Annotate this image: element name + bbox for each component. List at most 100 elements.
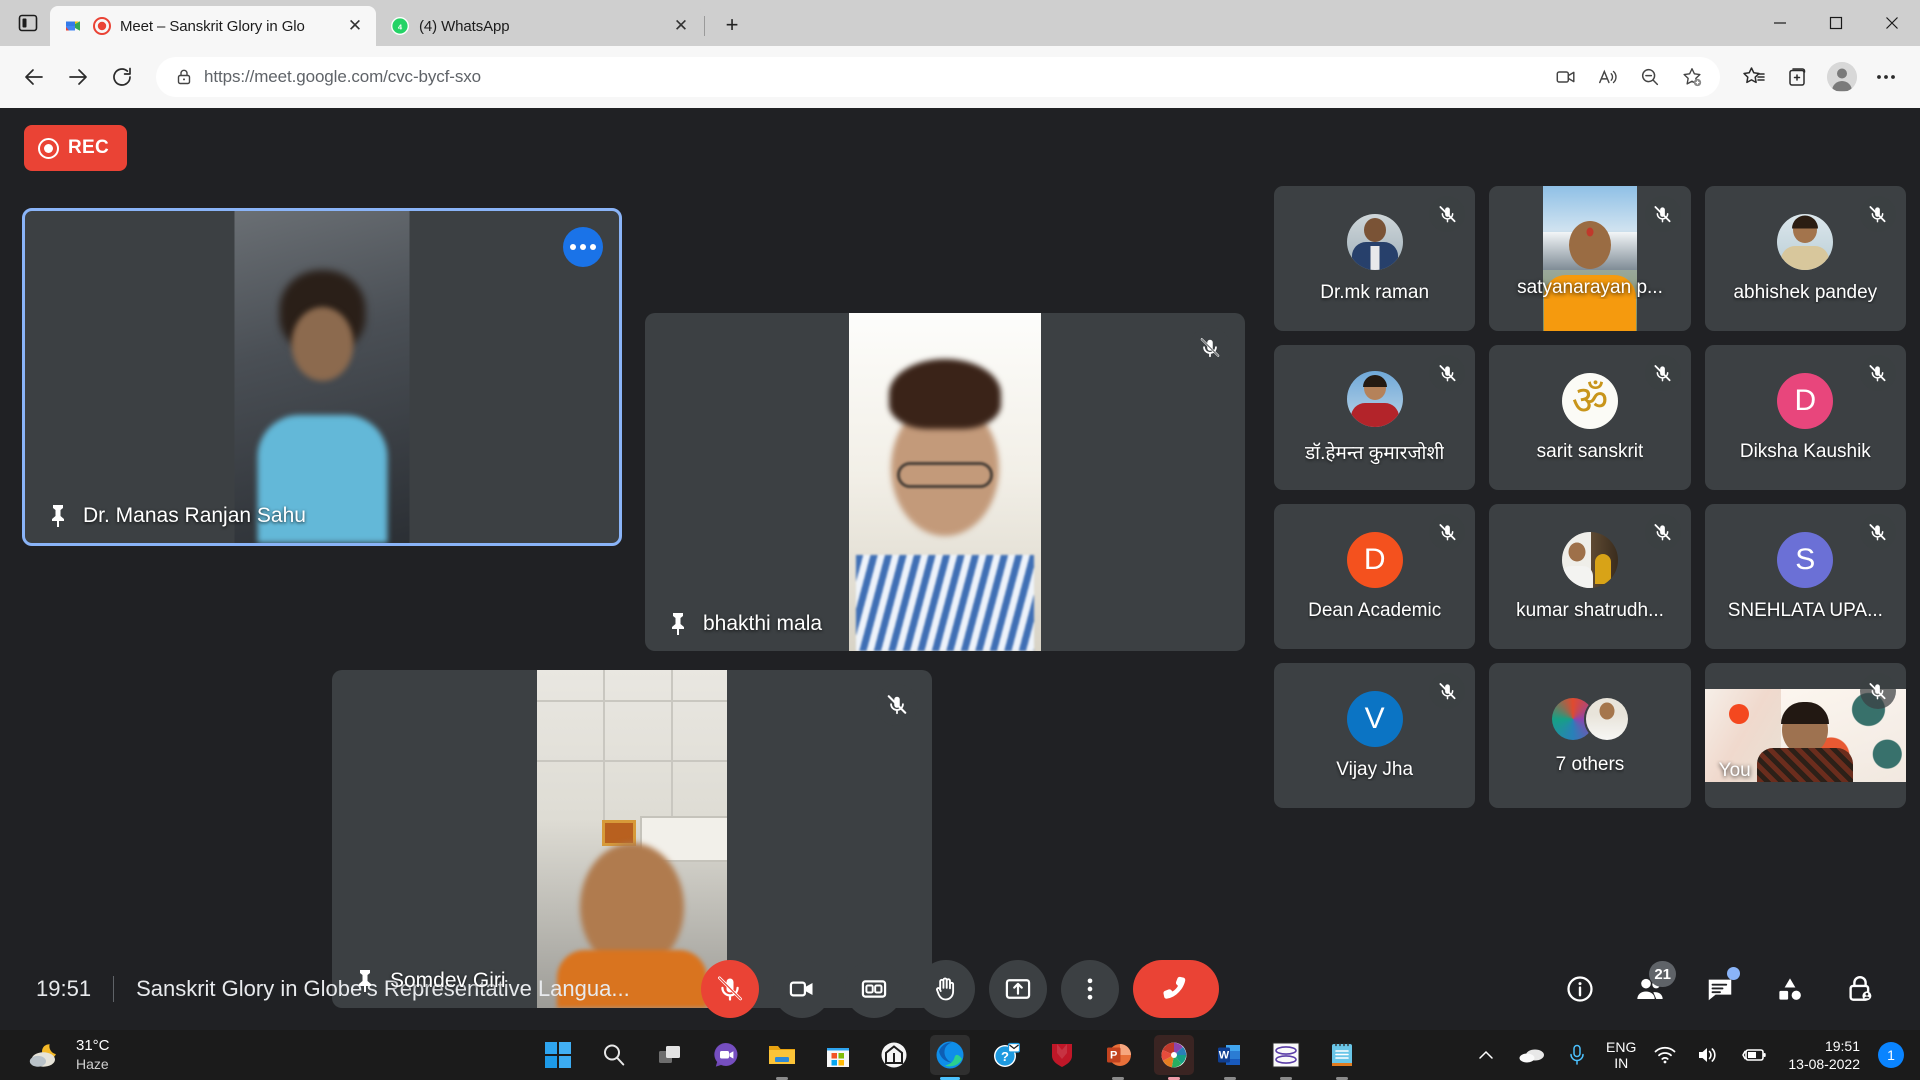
avatar xyxy=(1777,214,1833,270)
participant-card-others[interactable]: 7 others xyxy=(1489,663,1690,808)
video-tile-participant[interactable]: bhakthi mala xyxy=(645,313,1245,651)
more-options-button[interactable] xyxy=(1061,960,1119,1018)
participant-card[interactable]: डॉ.हेमन्त कुमारजोशी xyxy=(1274,345,1475,490)
search-button[interactable] xyxy=(594,1035,634,1075)
maximize-button[interactable] xyxy=(1808,0,1864,46)
tab-meet[interactable]: Meet – Sanskrit Glory in Glo ✕ xyxy=(50,6,376,46)
taskbar-clock[interactable]: 19:51 13-08-2022 xyxy=(1784,1037,1864,1073)
image-editor-button[interactable] xyxy=(1266,1035,1306,1075)
participant-card[interactable]: abhishek pandey xyxy=(1705,186,1906,331)
tab-close-button[interactable]: ✕ xyxy=(342,13,368,39)
moon-cloud-icon xyxy=(28,1040,64,1070)
participant-name: sarit sanskrit xyxy=(1537,441,1644,463)
tab-close-button[interactable]: ✕ xyxy=(668,13,694,39)
meeting-details-button[interactable] xyxy=(1556,965,1604,1013)
participant-card-self[interactable]: You xyxy=(1705,663,1906,808)
close-window-button[interactable] xyxy=(1864,0,1920,46)
weather-condition: Haze xyxy=(76,1056,110,1074)
forward-button[interactable] xyxy=(58,57,98,97)
participant-card[interactable]: D Diksha Kaushik xyxy=(1705,345,1906,490)
battery-button[interactable] xyxy=(1738,1039,1770,1071)
tab-whatsapp[interactable]: 4 (4) WhatsApp ✕ xyxy=(376,6,702,46)
mic-off-icon xyxy=(1868,682,1887,701)
settings-more-button[interactable] xyxy=(1866,57,1906,97)
video-tile-speaker[interactable]: Dr. Manas Ranjan Sahu xyxy=(22,208,622,546)
mic-off-indicator xyxy=(1645,514,1681,550)
google-meet-app: REC Dr. Manas Ranjan Sahu xyxy=(0,108,1920,1030)
host-controls-button[interactable] xyxy=(1836,965,1884,1013)
pinwheel-app-button[interactable] xyxy=(1154,1035,1194,1075)
participant-card[interactable]: Dr.mk raman xyxy=(1274,186,1475,331)
tray-overflow-button[interactable] xyxy=(1470,1039,1502,1071)
avatar-letter: S xyxy=(1795,543,1815,577)
participant-card[interactable]: D Dean Academic xyxy=(1274,504,1475,649)
read-aloud-icon[interactable] xyxy=(1588,57,1628,97)
mic-off-icon xyxy=(1438,682,1457,701)
weather-temp: 31°C xyxy=(76,1037,110,1056)
participant-card[interactable]: S SNEHLATA UPA... xyxy=(1705,504,1906,649)
avatar-initial: D xyxy=(1777,373,1833,429)
participant-grid-sidebar: Dr.mk raman satyana xyxy=(1260,108,1920,948)
back-button[interactable] xyxy=(14,57,54,97)
wifi-button[interactable] xyxy=(1650,1039,1680,1071)
profile-button[interactable] xyxy=(1822,57,1862,97)
activities-button[interactable] xyxy=(1766,965,1814,1013)
notepad-icon xyxy=(1330,1041,1354,1069)
captions-button[interactable] xyxy=(845,960,903,1018)
participant-name: डॉ.हेमन्त कुमारजोशी xyxy=(1305,439,1444,465)
tile-participant-name: Dr. Manas Ranjan Sahu xyxy=(83,504,306,528)
start-button[interactable] xyxy=(538,1035,578,1075)
leave-call-button[interactable] xyxy=(1133,960,1219,1018)
reload-button[interactable] xyxy=(102,57,142,97)
raise-hand-button[interactable] xyxy=(917,960,975,1018)
word-button[interactable]: W xyxy=(1210,1035,1250,1075)
tile-more-options-button[interactable] xyxy=(563,227,603,267)
microphone-tray-button[interactable] xyxy=(1562,1039,1592,1071)
task-view-button[interactable] xyxy=(650,1035,690,1075)
camera-button[interactable] xyxy=(773,960,831,1018)
screen-capture-icon[interactable] xyxy=(1546,57,1586,97)
participant-card[interactable]: satyanarayan p... xyxy=(1489,186,1690,331)
volume-button[interactable] xyxy=(1694,1039,1724,1071)
mic-off-indicator xyxy=(1429,673,1465,709)
microsoft-store-button[interactable] xyxy=(818,1035,858,1075)
info-icon xyxy=(1565,974,1595,1004)
forward-arrow-icon xyxy=(66,65,90,89)
teams-chat-button[interactable] xyxy=(706,1035,746,1075)
window-controls xyxy=(1752,0,1920,46)
collections-button[interactable] xyxy=(1778,57,1818,97)
notification-badge[interactable]: 1 xyxy=(1878,1042,1904,1068)
minimize-button[interactable] xyxy=(1752,0,1808,46)
mic-off-indicator xyxy=(1429,514,1465,550)
pin-icon xyxy=(47,503,69,529)
favorites-button[interactable] xyxy=(1734,57,1774,97)
microphone-button[interactable] xyxy=(701,960,759,1018)
present-button[interactable] xyxy=(989,960,1047,1018)
mic-off-indicator xyxy=(876,684,918,726)
taskbar-apps: ? P xyxy=(430,1035,1470,1075)
mcafee-button[interactable] xyxy=(1042,1035,1082,1075)
address-bar[interactable]: https://meet.google.com/cvc-bycf-sxo xyxy=(156,57,1720,97)
participant-card[interactable]: V Vijay Jha xyxy=(1274,663,1475,808)
home-app-button[interactable] xyxy=(874,1035,914,1075)
chat-button[interactable] xyxy=(1696,965,1744,1013)
weather-widget[interactable]: 31°C Haze xyxy=(0,1037,430,1073)
notepad-button[interactable] xyxy=(1322,1035,1362,1075)
microsoft-edge-button[interactable] xyxy=(930,1035,970,1075)
file-explorer-button[interactable] xyxy=(762,1035,802,1075)
get-help-button[interactable]: ? xyxy=(986,1035,1026,1075)
participant-card[interactable]: ॐ sarit sanskrit xyxy=(1489,345,1690,490)
language-indicator[interactable]: ENG IN xyxy=(1606,1039,1636,1071)
reload-icon xyxy=(110,65,134,89)
meet-right-controls: 21 xyxy=(1219,965,1920,1013)
powerpoint-button[interactable]: P xyxy=(1098,1035,1138,1075)
browser-window: Meet – Sanskrit Glory in Glo ✕ 4 (4) Wha… xyxy=(0,0,1920,1080)
zoom-out-icon[interactable] xyxy=(1630,57,1670,97)
lock-icon xyxy=(174,67,194,87)
add-favorite-icon[interactable] xyxy=(1672,57,1712,97)
new-tab-button[interactable]: + xyxy=(715,8,749,42)
people-button[interactable]: 21 xyxy=(1626,965,1674,1013)
tab-actions-button[interactable] xyxy=(6,3,50,43)
onedrive-button[interactable] xyxy=(1516,1039,1548,1071)
participant-card[interactable]: kumar shatrudh... xyxy=(1489,504,1690,649)
